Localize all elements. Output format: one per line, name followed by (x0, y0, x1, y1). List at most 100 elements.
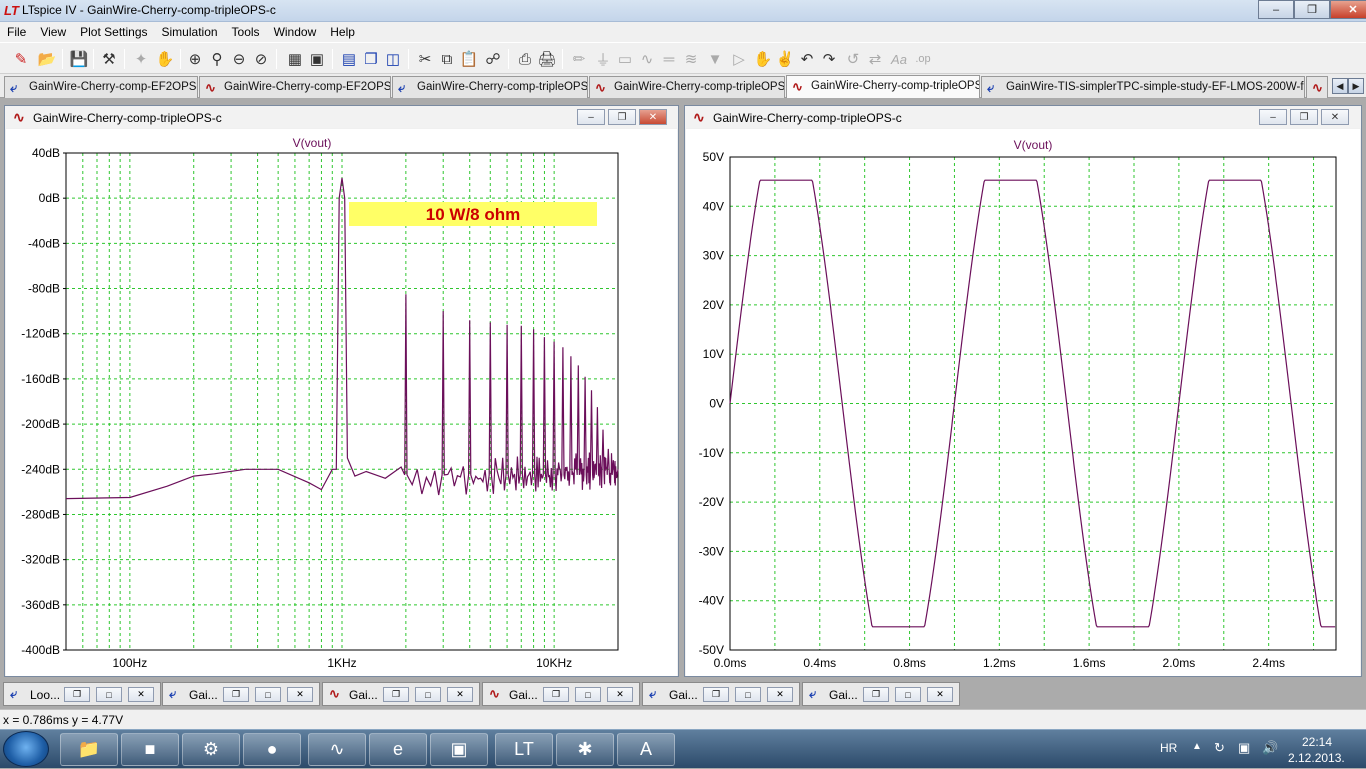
mini-maximize-button[interactable]: □ (895, 687, 921, 702)
mini-maximize-button[interactable]: □ (575, 687, 601, 702)
undo-icon[interactable]: ↶ (796, 48, 818, 70)
zoom-in-icon[interactable]: ⊕ (184, 48, 206, 70)
fft-plot-area[interactable]: 40dB 0dB -40dB -80dB -120dB -160dB -200dB -240d… (6, 129, 677, 676)
run-icon[interactable]: ✦ (130, 48, 152, 70)
pan-icon[interactable]: ⚲ (206, 48, 228, 70)
print-icon[interactable]: 🖨 (536, 48, 558, 70)
clock-time[interactable]: 22:14 (1302, 735, 1332, 749)
app-icon-9[interactable]: ✱ (556, 733, 614, 766)
tab-6[interactable]: ⤶ GainWire-TIS-simplerTPC-simple-study-EF… (981, 76, 1305, 98)
start-button[interactable] (3, 731, 49, 767)
ground-icon[interactable]: ⏚ (592, 48, 614, 70)
ltspice-taskbar-icon[interactable]: LT (495, 733, 553, 766)
autorange-icon[interactable]: ▦ (284, 48, 306, 70)
resistor-icon[interactable]: ∿ (636, 48, 658, 70)
menu-view[interactable]: View (33, 22, 73, 42)
find-icon[interactable]: ☍ (482, 48, 504, 70)
cut-icon[interactable]: ✂ (414, 48, 436, 70)
minimize-button[interactable]: – (1258, 0, 1294, 19)
mini-window-3[interactable]: ∿ Gai... ❐ □ ✕ (322, 682, 480, 706)
cascade-icon[interactable]: ❐ (360, 48, 382, 70)
transient-close-button[interactable]: ✕ (1321, 109, 1349, 125)
label-net-icon[interactable]: ▭ (614, 48, 636, 70)
internet-explorer-icon[interactable]: e (369, 733, 427, 766)
fft-minimize-button[interactable]: – (577, 109, 605, 125)
mini-window-5[interactable]: ⤶ Gai... ❐ □ ✕ (642, 682, 800, 706)
redo-icon[interactable]: ↷ (818, 48, 840, 70)
pdf-reader-icon[interactable]: A (617, 733, 675, 766)
mini-close-button[interactable]: ✕ (447, 687, 473, 702)
maximize-button[interactable]: ❐ (1294, 0, 1330, 19)
menu-tools[interactable]: Tools (225, 22, 267, 42)
component-icon[interactable]: ▷ (728, 48, 750, 70)
menu-help[interactable]: Help (323, 22, 362, 42)
inductor-icon[interactable]: ≋ (680, 48, 702, 70)
oscilloscope-icon[interactable]: ∿ (308, 733, 366, 766)
transient-maximize-button[interactable]: ❐ (1290, 109, 1318, 125)
clock-date[interactable]: 2.12.2013. (1288, 751, 1345, 765)
tab-2[interactable]: ∿ GainWire-Cherry-comp-EF2OPS-c (199, 76, 391, 98)
app-icon-7[interactable]: ▣ (430, 733, 488, 766)
tab-4[interactable]: ∿ GainWire-Cherry-comp-tripleOPS-c (589, 76, 785, 98)
new-schematic-icon[interactable]: ✎ (10, 48, 32, 70)
tab-scroll-right-button[interactable]: ▶ (1348, 78, 1364, 94)
text-icon[interactable]: Aa (888, 48, 910, 70)
mini-window-4[interactable]: ∿ Gai... ❐ □ ✕ (482, 682, 640, 706)
mini-restore-button[interactable]: ❐ (863, 687, 889, 702)
halt-icon[interactable]: ✋ (154, 48, 176, 70)
transient-plot-area[interactable]: 50V 40V 30V 20V 10V 0V -10V -20V -30V -40V -50V 0.0… (686, 129, 1360, 676)
mini-window-6[interactable]: ⤶ Gai... ❐ □ ✕ (802, 682, 960, 706)
tab-5-active[interactable]: ∿ GainWire-Cherry-comp-tripleOPS-c (786, 75, 980, 98)
close-button[interactable]: ✕ (1330, 0, 1366, 19)
tray-expand-icon[interactable]: ▲ (1192, 741, 1202, 752)
mini-close-button[interactable]: ✕ (128, 687, 154, 702)
diode-icon[interactable]: ▼ (704, 48, 726, 70)
wire-icon[interactable]: ✏ (568, 48, 590, 70)
move-icon[interactable]: ✋ (752, 48, 774, 70)
tile-vertical-icon[interactable]: ◫ (382, 48, 404, 70)
zoom-out-icon[interactable]: ⊖ (228, 48, 250, 70)
fft-chart[interactable]: 40dB 0dB -40dB -80dB -120dB -160dB -200dB -240d… (6, 129, 677, 676)
mini-maximize-button[interactable]: □ (255, 687, 281, 702)
fit-icon[interactable]: ▣ (306, 48, 328, 70)
tab-scroll-left-button[interactable]: ◀ (1332, 78, 1348, 94)
mini-close-button[interactable]: ✕ (927, 687, 953, 702)
mirror-icon[interactable]: ⇄ (864, 48, 886, 70)
menu-plot-settings[interactable]: Plot Settings (73, 22, 154, 42)
mini-maximize-button[interactable]: □ (415, 687, 441, 702)
transient-chart[interactable]: 50V 40V 30V 20V 10V 0V -10V -20V -30V -40V -50V0.0… (686, 129, 1360, 676)
fft-close-button[interactable]: ✕ (639, 109, 667, 125)
volume-icon[interactable]: 🔊 (1262, 740, 1278, 756)
zoom-cancel-icon[interactable]: ⊘ (250, 48, 272, 70)
menu-window[interactable]: Window (267, 22, 324, 42)
tile-horizontal-icon[interactable]: ▤ (338, 48, 360, 70)
drag-icon[interactable]: ✌ (774, 48, 796, 70)
mini-restore-button[interactable]: ❐ (223, 687, 249, 702)
language-indicator[interactable]: HR (1160, 741, 1177, 755)
fft-maximize-button[interactable]: ❐ (608, 109, 636, 125)
explorer-icon[interactable]: 📁 (60, 733, 118, 766)
open-folder-icon[interactable]: 📂 (36, 48, 58, 70)
app-icon-3[interactable]: ⚙ (182, 733, 240, 766)
app-icon-4[interactable]: ● (243, 733, 301, 766)
save-icon[interactable]: 💾 (68, 48, 90, 70)
tab-3[interactable]: ⤶ GainWire-Cherry-comp-tripleOPS-c (392, 76, 588, 98)
app-icon-2[interactable]: ■ (121, 733, 179, 766)
spice-directive-icon[interactable]: .op (912, 48, 934, 70)
tab-overflow[interactable]: ∿ (1306, 76, 1328, 98)
mini-restore-button[interactable]: ❐ (543, 687, 569, 702)
transient-minimize-button[interactable]: – (1259, 109, 1287, 125)
control-panel-icon[interactable]: ⚒ (98, 48, 120, 70)
mini-restore-button[interactable]: ❐ (383, 687, 409, 702)
mini-maximize-button[interactable]: □ (96, 687, 122, 702)
network-icon[interactable]: ▣ (1238, 740, 1250, 756)
mini-restore-button[interactable]: ❐ (703, 687, 729, 702)
mini-close-button[interactable]: ✕ (287, 687, 313, 702)
print-setup-icon[interactable]: ⎙ (514, 48, 536, 70)
mini-window-2[interactable]: ⤶ Gai... ❐ □ ✕ (162, 682, 320, 706)
sync-icon[interactable]: ↻ (1214, 740, 1225, 756)
menu-file[interactable]: File (0, 22, 33, 42)
paste-icon[interactable]: 📋 (458, 48, 480, 70)
capacitor-icon[interactable]: ═ (658, 48, 680, 70)
mini-close-button[interactable]: ✕ (767, 687, 793, 702)
